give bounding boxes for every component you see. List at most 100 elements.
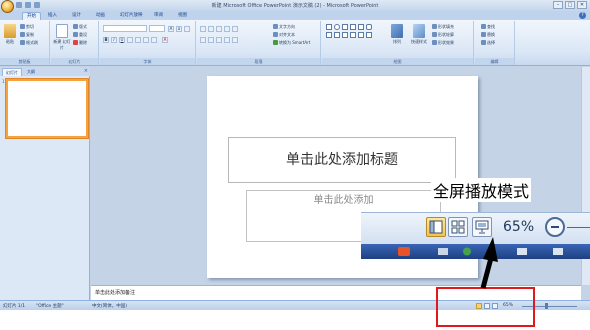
align-text-button[interactable]: 对齐文本 (273, 31, 295, 38)
shape-brace-icon[interactable] (342, 32, 348, 38)
new-slide-label: 新建 幻灯片 (53, 39, 71, 50)
tab-slideshow[interactable]: 幻灯片放映 (116, 12, 147, 20)
status-slide-count: 幻灯片 1/1 (3, 304, 26, 309)
grow-font-icon[interactable]: A (168, 26, 174, 32)
binoculars-icon (481, 24, 486, 29)
line-spacing-icon[interactable] (232, 26, 238, 32)
replace-button[interactable]: 替换 (481, 31, 495, 38)
shape-fill-button[interactable]: 形状填充 (432, 23, 454, 30)
shape-star-icon[interactable] (334, 32, 340, 38)
font-size-select[interactable] (149, 25, 165, 32)
tab-home[interactable]: 开始 (22, 12, 41, 20)
title-placeholder-text: 单击此处添加标题 (286, 152, 398, 168)
callout-zoom-level[interactable]: 65% (503, 217, 534, 237)
align-right-icon[interactable] (216, 37, 222, 43)
find-button[interactable]: 查找 (481, 23, 495, 30)
justify-icon[interactable] (224, 37, 230, 43)
normal-view-button[interactable] (426, 217, 446, 237)
strikethrough-icon[interactable] (127, 37, 133, 43)
align-left-icon[interactable] (200, 37, 206, 43)
close-button[interactable]: ✕ (577, 1, 587, 9)
italic-icon[interactable]: I (111, 37, 117, 43)
underline-icon[interactable]: U (119, 37, 125, 43)
shadow-icon[interactable] (135, 37, 141, 43)
shape-triangle-icon[interactable] (358, 24, 364, 30)
text-direction-button[interactable]: 文字方向 (273, 23, 295, 30)
slideshow-button[interactable] (472, 217, 492, 237)
format-painter-button[interactable]: 格式刷 (20, 39, 38, 46)
tab-view[interactable]: 视图 (174, 12, 191, 20)
increase-indent-icon[interactable] (224, 26, 230, 32)
shape-callout-icon[interactable] (326, 32, 332, 38)
clear-format-icon[interactable] (184, 26, 190, 32)
callout-zoom-slider[interactable] (567, 227, 590, 228)
change-case-icon[interactable] (151, 37, 157, 43)
effects-icon (432, 40, 437, 45)
arrange-button[interactable]: 排列 (388, 24, 406, 45)
help-icon[interactable]: ? (579, 12, 586, 19)
quick-styles-icon (413, 24, 425, 38)
delete-button[interactable]: 删除 (73, 39, 87, 46)
shape-line-icon[interactable] (342, 24, 348, 30)
layout-button[interactable]: 版式 (73, 23, 87, 30)
copy-button[interactable]: 复制 (20, 31, 34, 38)
smartart-button[interactable]: 转换为 SmartArt (273, 39, 310, 46)
shapes-gallery[interactable] (326, 24, 384, 50)
find-label: 查找 (487, 24, 495, 29)
maximize-button[interactable]: □ (565, 1, 575, 9)
shape-oval-icon[interactable] (334, 24, 340, 30)
select-button[interactable]: 选择 (481, 39, 495, 46)
cut-button[interactable]: 剪切 (20, 23, 34, 30)
group-font: A a B I U A 字体 (100, 21, 196, 65)
shape-cross-icon[interactable] (350, 32, 356, 38)
font-family-select[interactable] (103, 25, 147, 32)
panel-close-icon[interactable]: × (84, 68, 88, 74)
ribbon: 粘贴 剪切 复制 格式刷 剪贴板 新建 幻灯片 版式 重设 删除 幻灯片 A a… (0, 20, 590, 66)
columns-icon[interactable] (232, 37, 238, 43)
tab-review[interactable]: 审阅 (150, 12, 167, 20)
spacing-icon[interactable] (143, 37, 149, 43)
delete-icon (73, 40, 78, 45)
shape-moon-icon[interactable] (366, 32, 372, 38)
align-center-icon[interactable] (208, 37, 214, 43)
zoom-slider-thumb[interactable] (545, 303, 548, 309)
bullets-icon[interactable] (200, 26, 206, 32)
taskbar-app-icon (438, 248, 448, 255)
group-label-paragraph: 段落 (197, 58, 320, 65)
ribbon-tabs: 开始 插入 设计 动画 幻灯片放映 审阅 视图 ? (0, 11, 590, 20)
numbering-icon[interactable] (208, 26, 214, 32)
font-color-icon[interactable]: A (162, 37, 168, 43)
new-slide-button[interactable]: 新建 幻灯片 (53, 24, 71, 51)
delete-label: 删除 (79, 40, 87, 45)
tab-insert[interactable]: 插入 (44, 12, 61, 20)
shape-effects-button[interactable]: 形状效果 (432, 39, 454, 46)
shape-heart-icon[interactable] (358, 32, 364, 38)
taskbar-app-icon (398, 247, 410, 256)
group-label-editing: 编辑 (475, 58, 514, 65)
paste-button[interactable]: 粘贴 (2, 24, 18, 45)
decrease-indent-icon[interactable] (216, 26, 222, 32)
copy-icon (20, 32, 25, 37)
zoom-out-icon[interactable] (545, 217, 565, 237)
reset-button[interactable]: 重设 (73, 31, 87, 38)
brush-icon (20, 40, 25, 45)
shrink-font-icon[interactable]: a (176, 26, 182, 32)
office-button-icon[interactable] (1, 0, 14, 13)
slide-thumbnail[interactable] (5, 78, 89, 139)
tab-animations[interactable]: 动画 (92, 12, 109, 20)
status-theme: "Office 主题" (36, 304, 64, 309)
bold-icon[interactable]: B (103, 37, 109, 43)
slide-sorter-button[interactable] (448, 217, 468, 237)
paste-label: 粘贴 (6, 39, 14, 44)
notes-placeholder: 单击此处添加备注 (95, 290, 136, 296)
panel-tab-outline[interactable]: 大纲 (24, 68, 38, 76)
shape-rounded-icon[interactable] (366, 24, 372, 30)
tab-design[interactable]: 设计 (68, 12, 85, 20)
minimize-button[interactable]: – (553, 1, 563, 9)
title-placeholder[interactable]: 单击此处添加标题 (228, 137, 456, 183)
shape-outline-button[interactable]: 形状轮廓 (432, 31, 454, 38)
shape-arrow-icon[interactable] (350, 24, 356, 30)
panel-tab-slides[interactable]: 幻灯片 (2, 68, 22, 76)
quick-styles-button[interactable]: 快速样式 (408, 24, 430, 45)
shape-rectangle-icon[interactable] (326, 24, 332, 30)
